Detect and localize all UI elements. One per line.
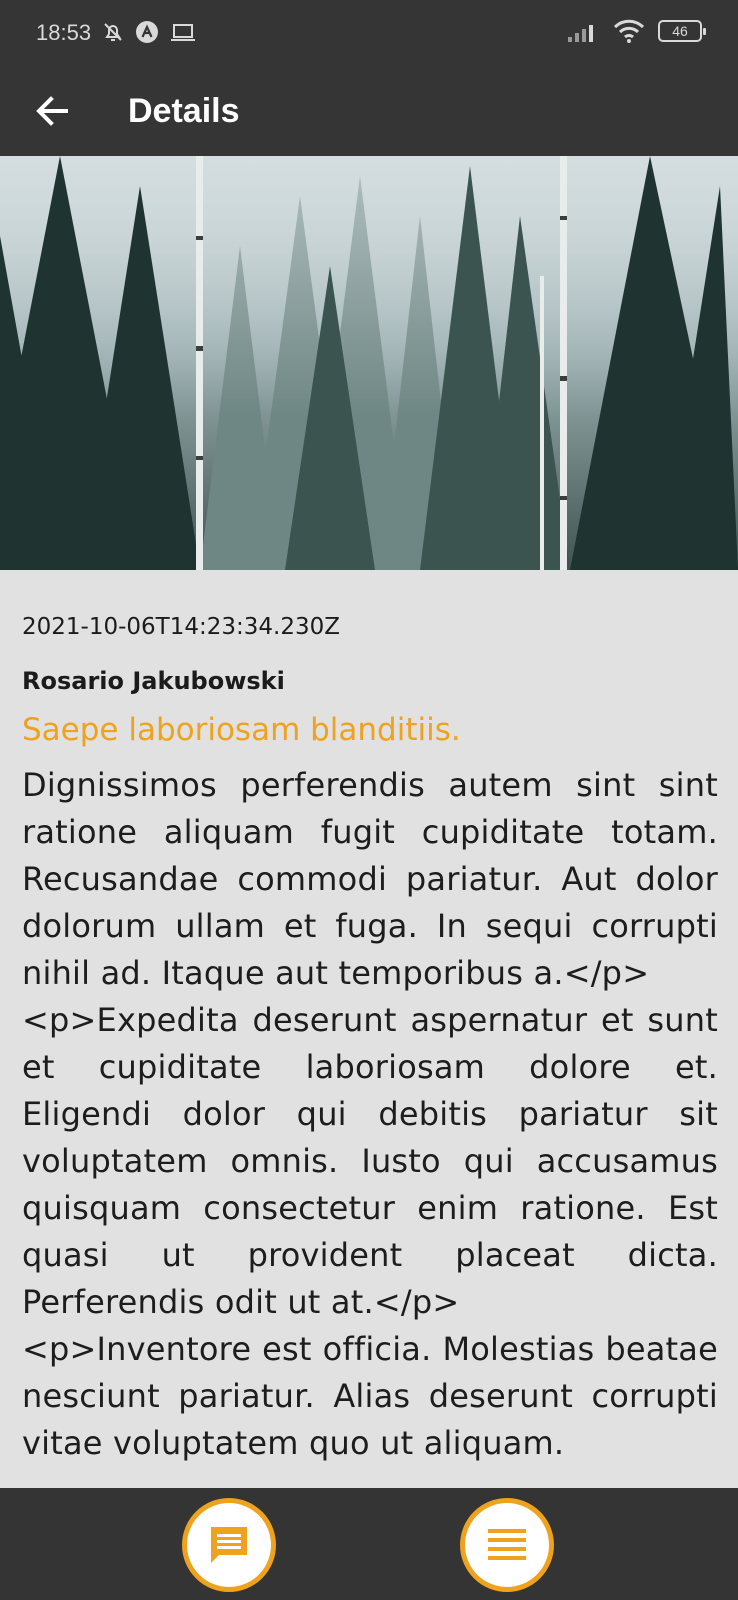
laptop-icon bbox=[171, 24, 195, 41]
muted-bell-icon bbox=[104, 23, 122, 41]
signal-icon bbox=[568, 25, 593, 42]
post-content: 2021-10-06T14:23:34.230Z Rosario Jakubow… bbox=[22, 610, 718, 1467]
post-date: 2021-10-06T14:23:34.230Z bbox=[22, 614, 340, 640]
app-bar: Details bbox=[0, 66, 738, 156]
bottom-bar bbox=[0, 1488, 738, 1600]
post-author: Rosario Jakubowski bbox=[22, 667, 285, 695]
arrow-left-icon bbox=[36, 96, 68, 126]
page-title: Details bbox=[128, 92, 240, 130]
comment-icon bbox=[211, 1527, 247, 1563]
back-button[interactable] bbox=[26, 84, 80, 138]
post-body: Dignissimos perferendis autem sint sint … bbox=[22, 766, 718, 1462]
status-bar: 18:53 46 bbox=[0, 0, 738, 66]
menu-icon bbox=[488, 1529, 526, 1560]
status-icons-right: 46 bbox=[566, 18, 706, 44]
battery-level: 46 bbox=[672, 23, 688, 39]
comments-button[interactable] bbox=[182, 1498, 276, 1592]
status-time: 18:53 bbox=[36, 20, 92, 45]
forest-photo bbox=[0, 156, 738, 570]
post-title: Saepe laboriosam blanditiis. bbox=[22, 712, 461, 748]
wifi-icon bbox=[613, 19, 645, 43]
menu-button[interactable] bbox=[460, 1498, 554, 1592]
a-badge-icon bbox=[136, 21, 158, 43]
battery-icon: 46 bbox=[658, 20, 706, 42]
status-icons-left bbox=[101, 20, 197, 44]
